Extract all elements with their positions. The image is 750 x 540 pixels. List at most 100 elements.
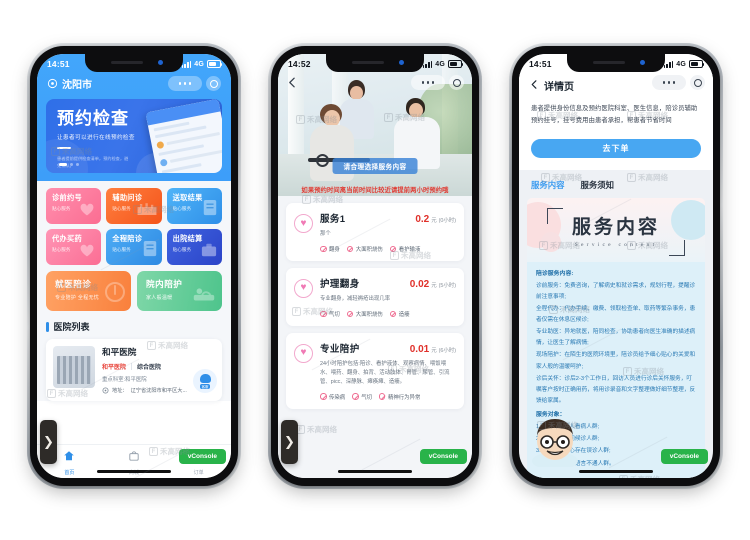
- vconsole-button[interactable]: vConsole: [178, 449, 226, 464]
- mini-program-capsule[interactable]: [652, 75, 705, 90]
- city-label: 沈阳市: [62, 80, 92, 91]
- banner-title: 预约检查: [57, 109, 129, 128]
- mini-program-capsule[interactable]: [411, 75, 464, 90]
- home-indicator: [579, 470, 653, 473]
- detail-summary-card: 患者提供身份信息及预约医院科室、医生信息，陪诊员辅助预约挂号，挂号费用由患者承担…: [519, 101, 713, 170]
- more-menu-icon[interactable]: [652, 75, 686, 90]
- notch: [567, 54, 665, 72]
- tab-service-notice[interactable]: 服务须知: [581, 179, 615, 191]
- hospital-card[interactable]: 和平医院 和平医院 综合医院 重点科室:和平医院 地址： 辽宁省沈阳市和平区大.…: [46, 339, 222, 401]
- heart-hands-icon: [77, 242, 97, 263]
- service-name: 服务1: [320, 214, 346, 225]
- phone2-screen: 14:52 4G 请合理选择服务内容 如果预约时间离当前时间比较近请提前两小时预…: [278, 54, 472, 478]
- banner-pagination-dots[interactable]: [59, 162, 79, 166]
- home-indicator: [97, 470, 171, 473]
- phone-mockup-detail: 14:51 4G 详情页 患者提供身份信息及预约医院科室、医生信息，陪诊员辅助预…: [509, 43, 723, 489]
- back-arrow-icon[interactable]: [286, 76, 299, 94]
- doctor-avatar-icon: [528, 417, 582, 472]
- hospital-address: 辽宁省沈阳市和平区大...: [130, 388, 187, 394]
- service-price: 0.01 元 (6小时): [409, 343, 456, 355]
- status-time: 14:51: [529, 59, 552, 69]
- service-card-4[interactable]: 全程陪诊 贴心服务: [106, 229, 162, 265]
- forbid-icon: [320, 310, 327, 318]
- page-title: 详情页: [544, 82, 574, 93]
- poster-paragraph: 专业助医：异地就医，陪同检查，协助患者向医生准确的描述病情，让医生了解病情;: [536, 329, 696, 347]
- close-target-icon[interactable]: [690, 75, 705, 90]
- carousel-next-button-1[interactable]: ❯: [40, 420, 57, 464]
- service-card-2[interactable]: 送取结果 贴心服务: [166, 188, 222, 224]
- service-card-3[interactable]: 代办买药 贴心服务: [46, 229, 102, 265]
- network-label: 4G: [676, 60, 686, 68]
- service-tag: 气切: [329, 311, 340, 318]
- heart-circle-icon: ♥: [294, 214, 313, 233]
- service-card-1[interactable]: 辅助问诊 贴心服务: [106, 188, 162, 224]
- tab-service-content[interactable]: 服务内容: [531, 179, 565, 191]
- wheelchair-wheel: [316, 154, 329, 167]
- phone3-screen: 14:51 4G 详情页 患者提供身份信息及预约医院科室、医生信息，陪诊员辅助预…: [519, 54, 713, 478]
- back-arrow-icon[interactable]: [529, 79, 540, 93]
- promo-banner[interactable]: 预约检查 让患者可以进行在线预约检查 患者提前提供检查清单，预约检查，避免排队。: [46, 99, 222, 173]
- customer-service-label: 客服: [199, 383, 211, 389]
- network-label: 4G: [194, 60, 204, 68]
- hospital-thumbnail: [53, 346, 95, 388]
- phone-mockup-home: 14:51 4G 沈阳市 预约检查 让患者可以进行在线预约检查 患者提前提供检查…: [27, 43, 241, 489]
- report-icon: [142, 240, 158, 263]
- location-pin-icon: [102, 387, 109, 394]
- notch: [85, 54, 183, 72]
- service-item[interactable]: ♥ 护理翻身 0.02 元 (5小时) 专业翻身，减轻褥疮出现几率 气切 大面积烧伤: [286, 267, 464, 326]
- home-indicator: [338, 470, 412, 473]
- service-item[interactable]: ♥ 服务1 0.2 元 (0小时) 那个 翻身 大面积烧伤 看护输液: [286, 203, 464, 261]
- home-icon: [63, 449, 75, 467]
- battery-icon: [448, 60, 464, 68]
- more-menu-icon[interactable]: [168, 76, 202, 91]
- place-order-button[interactable]: 去下单: [531, 138, 701, 158]
- phone1-content: 诊前约号 贴心服务 辅助问诊 贴心服务 送取结果 贴心服务 代办买药 贴心服务 …: [37, 181, 231, 401]
- carousel-next-button-2[interactable]: ❯: [281, 420, 298, 464]
- close-target-icon[interactable]: [449, 75, 464, 90]
- heart-hands-icon: [77, 201, 97, 222]
- forbid-icon: [352, 393, 359, 400]
- detail-tabs: 服务内容 服务须知: [519, 169, 713, 198]
- service-tag: 看护输液: [398, 246, 421, 253]
- service-item[interactable]: ♥ 专业陪护 0.01 元 (6小时) 24小时陪护包括:陪诊、看护液体、观察病情、…: [286, 332, 464, 409]
- service-tag: 造瘘: [398, 311, 410, 318]
- phone1-topbar: 沈阳市: [37, 74, 231, 99]
- forbid-icon: [346, 245, 354, 253]
- vconsole-button[interactable]: vConsole: [419, 449, 467, 464]
- phone1-screen: 14:51 4G 沈阳市 预约检查 让患者可以进行在线预约检查 患者提前提供检查…: [37, 54, 231, 478]
- clinic-icon: [136, 202, 158, 222]
- battery-icon: [207, 60, 223, 68]
- service-tag: 大面积烧伤: [355, 311, 383, 318]
- status-time: 14:52: [288, 59, 311, 69]
- hospital-address-label: 地址：: [112, 388, 128, 394]
- signal-icon: [663, 60, 674, 68]
- poster-paragraph: 现场陪护：在陌生的医院环境里，陪诊员给予细心贴心的关爱和家人般的温暖呵护;: [536, 352, 696, 370]
- service-tags: 气切 大面积烧伤 造瘘: [320, 310, 456, 318]
- customer-service-button[interactable]: 客服: [193, 369, 217, 393]
- more-menu-icon[interactable]: [411, 75, 445, 90]
- forbid-icon: [389, 245, 397, 253]
- chevron-right-icon: ❯: [43, 434, 54, 449]
- vconsole-button[interactable]: vConsole: [660, 449, 708, 464]
- featured-card-nursing[interactable]: 院内陪护 家人般温暖: [137, 271, 222, 311]
- featured-card-escort[interactable]: 就医陪诊 专业陪护 全程无忧: [46, 271, 131, 311]
- forbid-icon: [346, 310, 354, 318]
- poster-heading: 陪诊服务内容:: [536, 270, 574, 277]
- booking-warning-text: 如果预约时间离当前时间比较近请提前两小时预约哦: [301, 187, 449, 194]
- service-tag: 翻身: [329, 246, 340, 253]
- mini-program-capsule[interactable]: [168, 76, 221, 91]
- poster-title-zh: 服务内容: [571, 216, 660, 238]
- city-selector[interactable]: 沈阳市: [47, 76, 92, 91]
- service-grid: 诊前约号 贴心服务 辅助问诊 贴心服务 送取结果 贴心服务 代办买药 贴心服务 …: [46, 188, 222, 265]
- banner-rule: [57, 147, 71, 149]
- signal-icon: [181, 60, 192, 68]
- close-target-icon[interactable]: [206, 76, 221, 91]
- featured-cards: 就医陪诊 专业陪护 全程无忧 院内陪护 家人般温暖: [46, 271, 222, 311]
- service-tag: 大面积烧伤: [355, 246, 383, 253]
- heart-circle-icon: ♥: [294, 278, 313, 298]
- battery-icon: [689, 60, 705, 68]
- service-desc: 专业翻身，减轻褥疮出现几率: [320, 295, 391, 302]
- service-name: 专业陪护: [320, 343, 360, 355]
- service-card-5[interactable]: 出院结算 贴心服务: [166, 229, 222, 265]
- service-card-0[interactable]: 诊前约号 贴心服务: [46, 188, 102, 224]
